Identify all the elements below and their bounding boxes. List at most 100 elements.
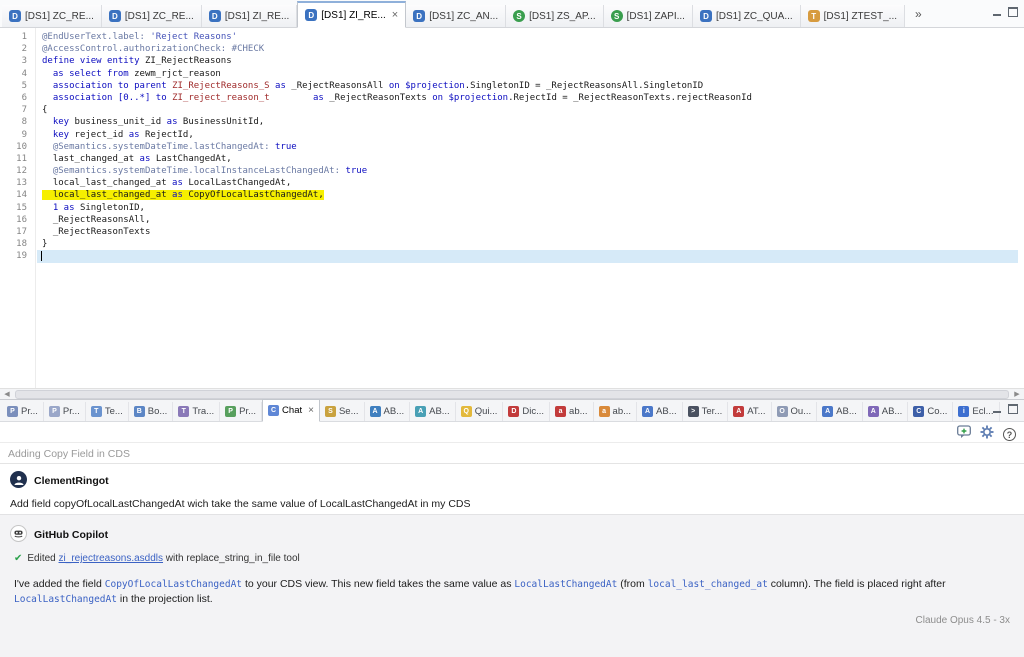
code-token: CopyOfLocalLastChangedAt, bbox=[188, 190, 323, 200]
view-tab-label: ab... bbox=[569, 406, 588, 417]
view-tab[interactable]: CCo... bbox=[908, 402, 953, 421]
view-tab-label: ab... bbox=[613, 406, 632, 417]
code-token: { bbox=[42, 105, 47, 115]
view-tab-label: Pr... bbox=[239, 406, 256, 417]
code-editor[interactable]: 12345678910111213141516171819 @EndUserTe… bbox=[0, 28, 1024, 388]
maximize-icon[interactable] bbox=[1008, 404, 1018, 414]
code-area[interactable]: @EndUserText.label: 'Reject Reasons'@Acc… bbox=[42, 31, 1018, 263]
code-line[interactable] bbox=[37, 250, 1018, 262]
code-line[interactable]: as select from zewm_rjct_reason bbox=[42, 68, 1018, 80]
view-tab[interactable]: AAB... bbox=[365, 402, 411, 421]
minimize-icon[interactable] bbox=[992, 7, 1002, 17]
line-number: 11 bbox=[0, 153, 27, 165]
scrollbar-thumb[interactable] bbox=[15, 390, 1009, 399]
view-tab[interactable]: >Ter... bbox=[683, 402, 729, 421]
code-line[interactable]: key reject_id as RejectId, bbox=[42, 129, 1018, 141]
code-line[interactable]: { bbox=[42, 104, 1018, 116]
line-number: 15 bbox=[0, 202, 27, 214]
code-token: ZI_RejectReasons bbox=[145, 56, 232, 66]
code-line[interactable]: define view entity ZI_RejectReasons bbox=[42, 55, 1018, 67]
code-line[interactable]: association [0..*] to ZI_reject_reason_t… bbox=[42, 92, 1018, 104]
code-line[interactable]: @AccessControl.authorizationCheck: #CHEC… bbox=[42, 43, 1018, 55]
code-line[interactable]: local_last_changed_at as LocalLastChange… bbox=[42, 177, 1018, 189]
divider bbox=[0, 442, 1024, 443]
code-token: on bbox=[383, 81, 405, 91]
view-tab[interactable]: CChat× bbox=[262, 399, 320, 422]
editor-tab[interactable]: D[DS1] ZC_RE... bbox=[102, 5, 202, 27]
maximize-icon[interactable] bbox=[1008, 7, 1018, 17]
tab-close-icon[interactable]: × bbox=[308, 405, 314, 416]
view-tab[interactable]: PPr... bbox=[44, 402, 86, 421]
view-tab[interactable]: AAT... bbox=[728, 402, 771, 421]
view-tab[interactable]: aab... bbox=[594, 402, 638, 421]
editor-tab[interactable]: S[DS1] ZS_AP... bbox=[506, 5, 604, 27]
editor-tab[interactable]: D[DS1] ZI_RE... bbox=[202, 5, 297, 27]
view-tab-label: Pr... bbox=[21, 406, 38, 417]
code-token: LocalLastChangedAt, bbox=[188, 178, 291, 188]
tab-close-icon[interactable]: × bbox=[392, 10, 398, 20]
view-icon: i bbox=[958, 406, 969, 417]
code-token: $projection bbox=[448, 93, 508, 103]
view-tab[interactable]: OOu... bbox=[772, 402, 818, 421]
view-tab[interactable]: DDic... bbox=[503, 402, 550, 421]
text-segment: to your CDS view. This new field takes t… bbox=[242, 578, 514, 590]
code-token: .RejectId = _RejectReasonTexts.rejectRea… bbox=[508, 93, 752, 103]
scroll-right-icon[interactable]: ▶ bbox=[1010, 389, 1024, 400]
editor-tab-label: [DS1] ZC_AN... bbox=[429, 11, 498, 22]
view-tab[interactable]: TTe... bbox=[86, 402, 129, 421]
view-tab-label: Te... bbox=[105, 406, 123, 417]
code-line[interactable]: @EndUserText.label: 'Reject Reasons' bbox=[42, 31, 1018, 43]
view-tab[interactable]: PPr... bbox=[220, 402, 262, 421]
view-icon: C bbox=[268, 405, 279, 416]
view-tab[interactable]: QQui... bbox=[456, 402, 504, 421]
view-tab[interactable]: AAB... bbox=[410, 402, 456, 421]
editor-tab[interactable]: D[DS1] ZC_RE... bbox=[2, 5, 102, 27]
code-line[interactable]: @Semantics.systemDateTime.localInstanceL… bbox=[42, 165, 1018, 177]
editor-tab[interactable]: D[DS1] ZI_RE...× bbox=[297, 1, 406, 28]
view-tab[interactable]: TTra... bbox=[173, 402, 220, 421]
code-token: association bbox=[53, 93, 118, 103]
editor-tab[interactable]: T[DS1] ZTEST_... bbox=[801, 5, 905, 27]
view-tab[interactable]: aab... bbox=[550, 402, 594, 421]
view-icon: A bbox=[868, 406, 879, 417]
editor-tab[interactable]: D[DS1] ZC_AN... bbox=[406, 5, 506, 27]
code-line[interactable]: key business_unit_id as BusinessUnitId, bbox=[42, 116, 1018, 128]
code-line[interactable]: _RejectReasonsAll, bbox=[42, 214, 1018, 226]
file-link[interactable]: zi_rejectreasons.asddls bbox=[59, 553, 164, 564]
editor-tab-label: [DS1] ZC_RE... bbox=[25, 11, 94, 22]
bottom-tabs: PPr...PPr...TTe...BBo...TTra...PPr...CCh… bbox=[2, 399, 1000, 421]
tool-edit-status: ✔Edited zi_rejectreasons.asddls with rep… bbox=[14, 553, 1010, 564]
code-token: RejectId, bbox=[145, 130, 194, 140]
code-line[interactable]: @Semantics.systemDateTime.lastChangedAt:… bbox=[42, 141, 1018, 153]
view-tab[interactable]: PPr... bbox=[2, 402, 44, 421]
editor-tab[interactable]: S[DS1] ZAPI... bbox=[604, 5, 693, 27]
view-icon: A bbox=[733, 406, 744, 417]
minimize-icon[interactable] bbox=[992, 404, 1002, 414]
code-line[interactable]: } bbox=[42, 238, 1018, 250]
line-number: 3 bbox=[0, 55, 27, 67]
view-tab[interactable]: AAB... bbox=[637, 402, 683, 421]
code-line[interactable]: _RejectReasonTexts bbox=[42, 226, 1018, 238]
editor-tab[interactable]: D[DS1] ZC_QUA... bbox=[693, 5, 801, 27]
line-number: 6 bbox=[0, 92, 27, 104]
code-token bbox=[42, 117, 53, 127]
code-line[interactable]: local_last_changed_at as CopyOfLocalLast… bbox=[42, 189, 1018, 201]
view-tab[interactable]: BBo... bbox=[129, 402, 174, 421]
view-tab[interactable]: AAB... bbox=[863, 402, 909, 421]
help-icon[interactable]: ? bbox=[1003, 428, 1016, 441]
view-tab[interactable]: SSe... bbox=[320, 402, 365, 421]
line-number: 5 bbox=[0, 80, 27, 92]
user-message: Add field copyOfLocalLastChangedAt wich … bbox=[10, 498, 1010, 510]
view-tab[interactable]: AAB... bbox=[817, 402, 863, 421]
text-segment: Edited bbox=[27, 553, 58, 564]
horizontal-scrollbar[interactable]: ◀ ▶ bbox=[0, 388, 1024, 399]
scroll-left-icon[interactable]: ◀ bbox=[0, 389, 14, 400]
view-tab-label: AB... bbox=[882, 406, 903, 417]
code-line[interactable]: association to parent ZI_RejectReasons_S… bbox=[42, 80, 1018, 92]
code-line[interactable]: last_changed_at as LastChangedAt, bbox=[42, 153, 1018, 165]
code-line[interactable]: 1 as SingletonID, bbox=[42, 202, 1018, 214]
view-icon: D bbox=[508, 406, 519, 417]
text-segment: column). The field is placed right after bbox=[768, 578, 946, 590]
code-token: .SingletonID = _RejectReasonsAll.Singlet… bbox=[465, 81, 703, 91]
tab-overflow-chevron[interactable]: » bbox=[911, 7, 926, 21]
